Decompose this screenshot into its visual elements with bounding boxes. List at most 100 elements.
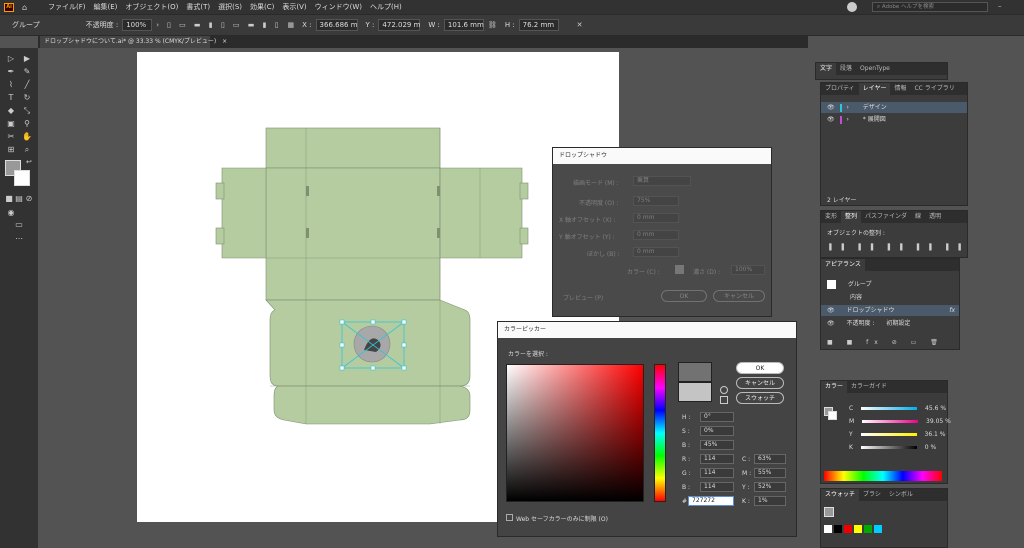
swatch-fill[interactable] bbox=[824, 507, 834, 517]
tab-character[interactable]: 文字 bbox=[816, 63, 837, 75]
m-value[interactable]: 39.05 bbox=[926, 418, 943, 425]
tab-paragraph[interactable]: 段落 bbox=[836, 63, 856, 75]
color-spectrum-bar[interactable] bbox=[824, 471, 942, 481]
appearance-row-group[interactable]: グループ bbox=[821, 279, 959, 290]
blur-field[interactable]: 0 mm bbox=[633, 247, 679, 257]
color-row-y[interactable]: Y 36.1 % bbox=[821, 429, 947, 440]
character-panel: 文字 段落 OpenType bbox=[815, 62, 948, 80]
drop-shadow-dialog: ドロップシャドウ 描画モード (M) : 乗算 不透明度 (O) : 75% X… bbox=[552, 147, 772, 317]
tab-info[interactable]: 情報 bbox=[890, 83, 910, 95]
darkness-radio-label[interactable]: 濃さ (D) : bbox=[693, 267, 720, 276]
eye-icon[interactable]: 👁 bbox=[827, 307, 835, 314]
mode-select[interactable]: 乗算 bbox=[633, 176, 691, 186]
b-field[interactable]: 45% bbox=[700, 440, 734, 450]
web-only-checkbox[interactable] bbox=[506, 514, 513, 521]
s-field[interactable]: 0% bbox=[700, 426, 734, 436]
opacity-label: 不透明度 (O) : bbox=[579, 200, 619, 207]
layer-row-design[interactable]: 👁 › デザイン bbox=[821, 102, 967, 113]
tab-stroke[interactable]: 線 bbox=[911, 211, 925, 223]
appearance-panel: アピアランス グループ 内容 👁 ドロップシャドウ fx 👁 不透明度 : 初期… bbox=[820, 258, 960, 350]
color-row-c[interactable]: C 45.6 % bbox=[821, 403, 947, 414]
appearance-row-opacity[interactable]: 👁 不透明度 : 初期設定 bbox=[821, 318, 959, 329]
appearance-group-label: グループ bbox=[847, 281, 872, 288]
chevron-right-icon[interactable]: › bbox=[846, 116, 848, 123]
left-small-tab bbox=[215, 182, 225, 200]
y-field[interactable]: 52% bbox=[754, 482, 786, 492]
minimize-button[interactable]: – bbox=[998, 2, 1002, 10]
b-label[interactable]: B : bbox=[682, 442, 690, 449]
b2-label[interactable]: B : bbox=[682, 484, 690, 491]
tab-transparency[interactable]: 透明 bbox=[925, 211, 945, 223]
r-field[interactable]: 114 bbox=[700, 454, 734, 464]
color-field[interactable] bbox=[506, 364, 644, 502]
user-icon[interactable] bbox=[847, 2, 857, 12]
m-field[interactable]: 55% bbox=[754, 468, 786, 478]
tab-cc-libraries[interactable]: CC ライブラリ bbox=[910, 83, 958, 95]
swatches-button[interactable]: スウォッチ bbox=[736, 392, 784, 404]
h-label[interactable]: H : bbox=[682, 414, 690, 421]
tab-swatches[interactable]: スウォッチ bbox=[821, 489, 860, 501]
hue-slider[interactable] bbox=[654, 364, 666, 502]
search-input[interactable]: ⌕ Adobe ヘルプを検索 bbox=[872, 2, 988, 12]
fx-icon[interactable]: fx bbox=[949, 305, 955, 316]
layer-row-dieline[interactable]: 👁 › * 展開図 bbox=[821, 114, 967, 125]
color-row-k[interactable]: K 0 % bbox=[821, 442, 947, 453]
tab-brushes[interactable]: ブラシ bbox=[859, 489, 885, 501]
right-small-tab bbox=[519, 182, 529, 200]
shadow-color-swatch[interactable] bbox=[675, 265, 684, 274]
eye-icon[interactable]: 👁 bbox=[827, 116, 835, 123]
c-unit: % bbox=[940, 405, 947, 412]
hex-field[interactable]: 727272 bbox=[688, 496, 734, 506]
c-field[interactable]: 63% bbox=[754, 454, 786, 464]
tab-color[interactable]: カラー bbox=[821, 381, 848, 393]
opacity-field[interactable]: 75% bbox=[633, 196, 679, 206]
h-field[interactable]: 0° bbox=[700, 412, 734, 422]
chevron-right-icon[interactable]: › bbox=[846, 104, 848, 111]
align-buttons[interactable]: ▐▌▐▌▐▌▐▌▐▌ bbox=[821, 242, 967, 253]
tab-pathfinder[interactable]: パスファインダ bbox=[861, 211, 911, 223]
m-unit: % bbox=[945, 418, 951, 425]
color-picker-cancel-button[interactable]: キャンセル bbox=[736, 377, 784, 389]
preview-checkbox[interactable]: プレビュー (P) bbox=[563, 293, 603, 302]
color-row-m[interactable]: M 39.05 % bbox=[821, 416, 951, 427]
new-color-preview bbox=[678, 362, 712, 382]
c-label: C bbox=[849, 405, 854, 412]
color-radio-label[interactable]: カラー (C) : bbox=[627, 267, 660, 276]
tab-properties[interactable]: プロパティ bbox=[821, 83, 859, 95]
tab-appearance[interactable]: アピアランス bbox=[821, 259, 865, 271]
tab-align[interactable]: 整列 bbox=[841, 211, 862, 223]
eye-icon[interactable]: 👁 bbox=[827, 320, 835, 327]
darkness-field[interactable]: 100% bbox=[731, 265, 765, 275]
r-label[interactable]: R : bbox=[682, 456, 690, 463]
xoffset-field[interactable]: 0 mm bbox=[633, 213, 679, 223]
color-picker-dialog: カラーピッカー カラーを選択 : OK キャンセル スウォッチ H : 0° S… bbox=[497, 321, 797, 537]
yoffset-field[interactable]: 0 mm bbox=[633, 230, 679, 240]
y-label: Y : bbox=[742, 484, 750, 491]
drop-shadow-ok-button[interactable]: OK bbox=[661, 290, 707, 302]
swatch-row[interactable] bbox=[824, 525, 882, 533]
tab-transform[interactable]: 変形 bbox=[821, 211, 841, 223]
appearance-row-drop-shadow[interactable]: 👁 ドロップシャドウ fx bbox=[821, 305, 959, 316]
g-label[interactable]: G : bbox=[682, 470, 691, 477]
k-value[interactable]: 0 bbox=[925, 444, 929, 451]
appearance-row-contents[interactable]: 内容 bbox=[821, 292, 959, 303]
opacity-value: 初期設定 bbox=[886, 320, 911, 327]
y-value[interactable]: 36.1 bbox=[925, 431, 938, 438]
color-picker-ok-button[interactable]: OK bbox=[736, 362, 784, 374]
appearance-toolbar[interactable]: ■ ■ fx ⊘ ▭ 🗑 bbox=[821, 337, 959, 348]
s-label[interactable]: S : bbox=[682, 428, 690, 435]
g-field[interactable]: 114 bbox=[700, 468, 734, 478]
tab-layers[interactable]: レイヤー bbox=[858, 83, 891, 95]
body bbox=[265, 167, 441, 301]
out-of-gamut-icon[interactable] bbox=[720, 386, 728, 394]
tab-symbols[interactable]: シンボル bbox=[885, 489, 917, 501]
eye-icon[interactable]: 👁 bbox=[827, 104, 835, 111]
c-value[interactable]: 45.6 bbox=[925, 405, 938, 412]
y-unit: % bbox=[939, 431, 946, 438]
drop-shadow-cancel-button[interactable]: キャンセル bbox=[713, 290, 765, 302]
tab-opentype[interactable]: OpenType bbox=[856, 63, 894, 75]
web-safe-icon[interactable] bbox=[720, 396, 728, 404]
b2-field[interactable]: 114 bbox=[700, 482, 734, 492]
k-field[interactable]: 1% bbox=[754, 496, 786, 506]
tab-color-guide[interactable]: カラーガイド bbox=[847, 381, 891, 393]
